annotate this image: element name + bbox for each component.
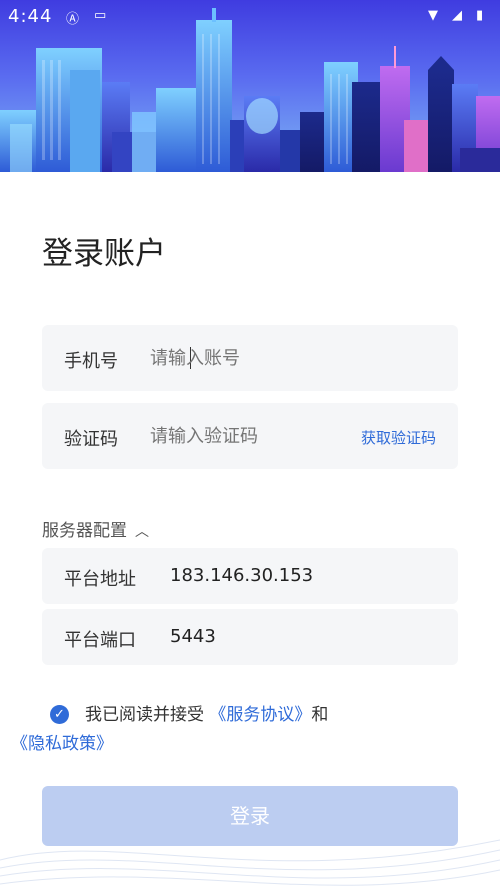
platform-port-value[interactable]: 5443 (170, 626, 216, 647)
agreement-text: 我已阅读并接受 《服务协议》和《隐私政策》 (11, 701, 468, 759)
platform-address-value[interactable]: 183.146.30.153 (170, 565, 313, 586)
code-input[interactable] (150, 423, 330, 449)
notification-a-icon: Ⓐ (66, 12, 80, 27)
signal-icon: ◢ (452, 8, 462, 23)
platform-address-label: 平台地址 (64, 569, 136, 590)
server-config-toggle[interactable]: 服务器配置 ︿ (42, 516, 149, 541)
sd-card-icon: ▭ (94, 8, 107, 23)
status-bar: 4:44 Ⓐ ▭ ▼ ◢ ▮ (0, 0, 500, 34)
phone-field[interactable]: 手机号 (42, 325, 458, 391)
login-button[interactable]: 登录 (42, 786, 458, 846)
platform-port-label: 平台端口 (64, 630, 136, 651)
privacy-policy-link[interactable]: 《隐私政策》 (11, 734, 113, 754)
phone-input[interactable] (150, 345, 440, 371)
agreement-prefix: 我已阅读并接受 (85, 705, 204, 725)
service-agreement-link[interactable]: 《服务协议》 (209, 705, 311, 725)
chevron-up-icon: ︿ (135, 524, 149, 540)
status-time: 4:44 (8, 6, 53, 27)
platform-address-field[interactable]: 平台地址 183.146.30.153 (42, 548, 458, 604)
platform-port-field[interactable]: 平台端口 5443 (42, 609, 458, 665)
hero-banner: 4:44 Ⓐ ▭ ▼ ◢ ▮ (0, 0, 500, 172)
server-config-label: 服务器配置 (42, 521, 127, 541)
agreement-conjunction: 和 (311, 705, 329, 725)
get-code-button[interactable]: 获取验证码 (361, 427, 436, 448)
phone-label: 手机号 (64, 351, 118, 372)
wifi-icon: ▼ (428, 8, 438, 23)
battery-icon: ▮ (476, 8, 484, 23)
code-label: 验证码 (64, 429, 118, 450)
page-title: 登录账户 (42, 236, 166, 272)
verification-code-field[interactable]: 验证码 获取验证码 (42, 403, 458, 469)
